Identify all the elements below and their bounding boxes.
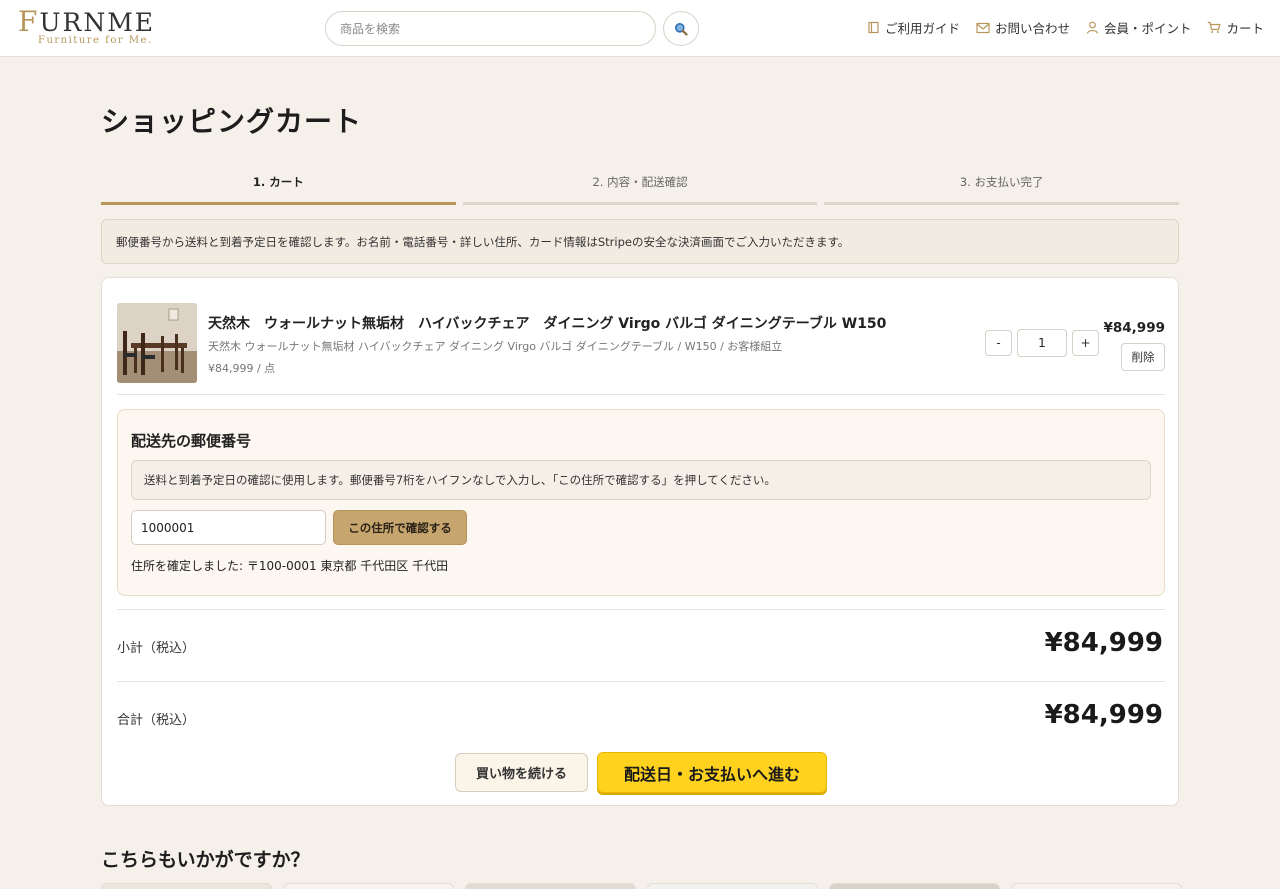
postal-divider <box>117 609 1165 610</box>
mail-icon <box>976 22 990 33</box>
site-logo[interactable]: FURNME Furniture for Me. <box>18 5 156 47</box>
cart-icon <box>1208 21 1222 33</box>
continue-shopping-button[interactable]: 買い物を続ける <box>455 753 588 792</box>
quantity-increase-button[interactable]: + <box>1072 330 1099 356</box>
header-nav: ご利用ガイド お問い合わせ 会員・ポイント カート <box>867 18 1264 37</box>
guide-icon <box>868 21 879 34</box>
quantity-input[interactable] <box>1017 329 1067 357</box>
info-notice-text: 郵便番号から送料と到着予定日を確認します。お名前・電話番号・詳しい住所、カード情… <box>116 234 850 249</box>
postal-help-text: 送料と到着予定日の確認に使用します。郵便番号7桁をハイフンなしで入力し、「この住… <box>144 473 776 487</box>
nav-cart[interactable]: カート <box>1207 18 1264 37</box>
product-unit-price: ¥84,999 / 点 <box>208 362 276 375</box>
recommendation-card[interactable] <box>465 883 636 889</box>
nav-contact[interactable]: お問い合わせ <box>976 18 1070 37</box>
total-label: 合計（税込） <box>117 713 196 728</box>
postal-code-section: 配送先の郵便番号 送料と到着予定日の確認に使用します。郵便番号7桁をハイフンなし… <box>117 409 1165 596</box>
recommendation-card[interactable] <box>1011 883 1182 889</box>
subtotal-divider <box>117 681 1165 682</box>
page-title: ショッピングカート <box>101 105 363 138</box>
search-icon <box>675 22 688 36</box>
site-header: FURNME Furniture for Me. ご利用ガイド お問い合わせ 会… <box>0 0 1280 57</box>
delete-item-button[interactable]: 削除 <box>1121 343 1165 371</box>
search-input[interactable] <box>325 11 656 46</box>
nav-member[interactable]: 会員・ポイント <box>1086 18 1192 37</box>
nav-member-label: 会員・ポイント <box>1103 21 1192 36</box>
recommendation-card[interactable] <box>829 883 1000 889</box>
proceed-checkout-button[interactable]: 配送日・お支払いへ進む <box>597 752 827 793</box>
recommendation-card[interactable] <box>101 883 272 889</box>
step-payment: 3. お支払い完了 <box>824 174 1180 205</box>
search-button[interactable] <box>663 11 699 46</box>
checkout-steps: 1. カート 2. 内容・配送確認 3. お支払い完了 <box>101 174 1180 205</box>
product-thumbnail[interactable] <box>117 303 197 383</box>
logo-tagline: Furniture for Me. <box>38 35 153 46</box>
cart-item: 天然木 ウォールナット無垢材 ハイバックチェア ダイニング Virgo バルゴ … <box>117 303 1165 393</box>
nav-guide-label: ご利用ガイド <box>884 21 960 36</box>
logo-wordmark: FURNME <box>18 5 156 38</box>
nav-cart-label: カート <box>1226 21 1264 36</box>
recommendations-row <box>101 883 1182 889</box>
postal-code-input[interactable] <box>131 510 326 545</box>
nav-guide[interactable]: ご利用ガイド <box>867 18 960 37</box>
total-value: ¥84,999 <box>1044 700 1163 730</box>
nav-contact-label: お問い合わせ <box>994 21 1070 36</box>
quantity-decrease-button[interactable]: - <box>985 330 1012 356</box>
address-confirmed-text: 住所を確定しました: 〒100-0001 東京都 千代田区 千代田 <box>131 559 449 573</box>
line-price: ¥84,999 <box>1103 320 1166 336</box>
step-cart: 1. カート <box>101 174 456 205</box>
product-variant: 天然木 ウォールナット無垢材 ハイバックチェア ダイニング Virgo バルゴ … <box>208 340 783 353</box>
postal-help-box: 送料と到着予定日の確認に使用します。郵便番号7桁をハイフンなしで入力し、「この住… <box>131 460 1151 500</box>
recommendations-title: こちらもいかがですか？ <box>101 849 310 871</box>
confirm-address-button[interactable]: この住所で確認する <box>333 510 467 545</box>
step-confirm: 2. 内容・配送確認 <box>462 174 818 205</box>
recommendation-card[interactable] <box>647 883 818 889</box>
postal-section-title: 配送先の郵便番号 <box>131 432 252 450</box>
subtotal-value: ¥84,999 <box>1044 628 1163 658</box>
info-notice: 郵便番号から送料と到着予定日を確認します。お名前・電話番号・詳しい住所、カード情… <box>101 219 1179 264</box>
cart-card: 天然木 ウォールナット無垢材 ハイバックチェア ダイニング Virgo バルゴ … <box>101 277 1179 806</box>
item-divider <box>117 394 1165 395</box>
subtotal-label: 小計（税込） <box>117 641 196 656</box>
recommendation-card[interactable] <box>283 883 454 889</box>
dining-set-image <box>117 303 197 383</box>
user-icon <box>1086 21 1099 34</box>
product-name[interactable]: 天然木 ウォールナット無垢材 ハイバックチェア ダイニング Virgo バルゴ … <box>208 313 886 333</box>
